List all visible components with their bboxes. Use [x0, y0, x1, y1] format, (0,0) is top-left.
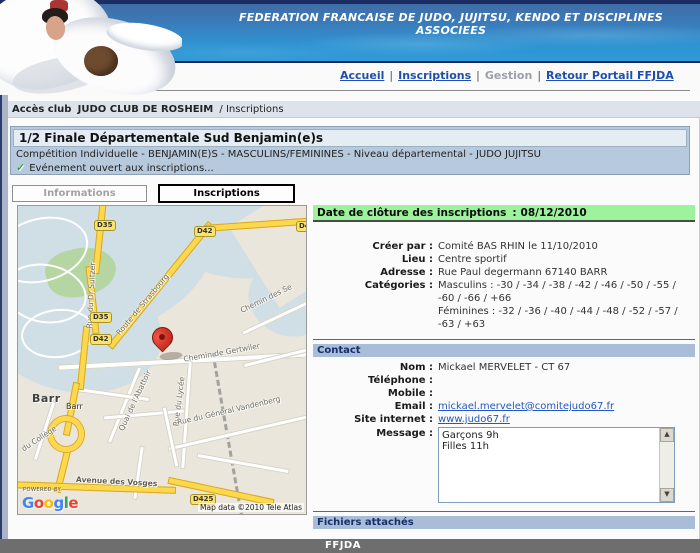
nav-links: Accueil | Inscriptions | Gestion | Retour Port… [340, 69, 674, 82]
scroll-up-icon[interactable]: ▲ [660, 428, 674, 442]
contact-row-site: Site internet : www.judo67.fr [313, 413, 695, 426]
contact-row-message: Message : Garçons 9h Filles 11h ▲ ▼ [313, 427, 695, 503]
road-badge-d35: D35 [94, 220, 116, 231]
breadcrumb-separator: / [219, 104, 223, 115]
divider [313, 511, 695, 512]
road-badge-d35: D35 [90, 312, 112, 323]
categories-feminines: Féminines : -32 / -36 / -40 / -44 / -48 … [438, 306, 678, 330]
map-marker-pin[interactable] [147, 322, 185, 363]
nav-divider [107, 90, 690, 91]
judo-photo [0, 0, 182, 100]
nav-separator: | [476, 69, 480, 82]
event-subtitle: Compétition Individuelle - BENJAMIN(E)S … [16, 149, 541, 160]
contact-row-mobile: Mobile : [313, 387, 695, 400]
town-label: Barr [32, 392, 61, 405]
message-textarea[interactable]: Garçons 9h Filles 11h [438, 427, 675, 503]
contact-label: Téléphone : [367, 375, 433, 386]
message-box: Garçons 9h Filles 11h ▲ ▼ [438, 427, 675, 503]
breadcrumb-club: JUDO CLUB DE ROSHEIM [77, 104, 214, 115]
nav-separator: | [389, 69, 394, 82]
page: FEDERATION FRANCAISE DE JUDO, JUJITSU, K… [0, 0, 700, 553]
detail-label: Créer par : [372, 241, 433, 252]
map-attribution: Map data ©2010 Tele Atlas [198, 503, 304, 512]
event-status: ✓ Evénement ouvert aux inscriptions... [16, 161, 689, 174]
road-badge-d42: D42 [194, 226, 216, 237]
divider [313, 339, 695, 340]
check-icon: ✓ [16, 161, 26, 174]
contact-label: Nom : [399, 362, 433, 373]
powered-by-label: POWERED BY [23, 487, 62, 493]
nav-link-retour-portail[interactable]: Retour Portail FFJDA [546, 69, 674, 82]
contact-value [438, 374, 695, 387]
breadcrumb-current: Inscriptions [225, 104, 284, 115]
event-status-text: Evénement ouvert aux inscriptions... [29, 163, 214, 174]
google-logo-letter: G [22, 494, 34, 512]
website-link[interactable]: www.judo67.fr [438, 414, 510, 425]
detail-row-lieu: Lieu : Centre sportif [313, 253, 695, 266]
nav-link-accueil[interactable]: Accueil [340, 69, 384, 82]
closing-date-value: 08/12/2010 [520, 207, 587, 219]
google-logo[interactable]: Google [22, 494, 79, 512]
athlete-head [84, 46, 118, 76]
federation-title: FEDERATION FRANCAISE DE JUDO, JUJITSU, K… [239, 11, 663, 37]
detail-row-categories: Catégories : Masculins : -30 / -34 / -38… [313, 279, 695, 331]
contact-row-nom: Nom : Mickael MERVELET - CT 67 [313, 361, 695, 374]
road-badge-d42: D42 [90, 334, 112, 345]
message-scrollbar[interactable]: ▲ ▼ [659, 428, 674, 502]
detail-label: Catégories : [364, 280, 433, 291]
nav-link-inscriptions[interactable]: Inscriptions [398, 69, 471, 82]
closing-date-label: Date de clôture des inscriptions [317, 207, 507, 219]
detail-value: Rue Paul degermann 67140 BARR [438, 267, 608, 278]
map-main-road [167, 476, 275, 507]
scroll-down-icon[interactable]: ▼ [660, 488, 674, 502]
event-title: 1/2 Finale Départementale Sud Benjamin(e… [13, 129, 687, 147]
email-link[interactable]: mickael.mervelet@comitejudo67.fr [438, 401, 614, 412]
detail-row-creer-par: Créer par : Comité BAS RHIN le 11/10/201… [313, 240, 695, 253]
tab-inscriptions[interactable]: Inscriptions [158, 184, 296, 203]
categories-masculins: Masculins : -30 / -34 / -38 / -42 / -46 … [438, 280, 676, 304]
detail-value: Centre sportif [438, 254, 507, 265]
detail-row-adresse: Adresse : Rue Paul degermann 67140 BARR [313, 266, 695, 279]
contact-label: Message : [376, 428, 433, 439]
contact-label: Mobile : [387, 388, 433, 399]
closing-date-bar: Date de clôture des inscriptions:08/12/2… [313, 205, 695, 222]
footer-bar: FFJDA [0, 539, 700, 553]
detail-label: Lieu : [401, 254, 433, 265]
road-badge-d42: D42 [296, 221, 306, 232]
detail-label: Adresse : [380, 267, 433, 278]
event-details-panel: Date de clôture des inscriptions:08/12/2… [313, 205, 695, 553]
breadcrumb: Accès club JUDO CLUB DE ROSHEIM / Inscri… [0, 100, 700, 118]
station-label: Barr [66, 402, 83, 411]
nav-separator: | [537, 69, 542, 82]
contact-row-email: Email : mickael.mervelet@comitejudo67.fr [313, 400, 695, 413]
contact-value: Mickael MERVELET - CT 67 [438, 362, 571, 373]
google-logo-letter: o [33, 494, 44, 512]
contact-label: Site internet : [354, 414, 433, 425]
nav-link-gestion-disabled: Gestion [484, 69, 533, 82]
road-label: Rue du Général Vandenberg [176, 394, 282, 427]
contact-section-header: Contact [313, 344, 695, 357]
contact-value [438, 387, 695, 400]
contact-row-telephone: Téléphone : [313, 374, 695, 387]
tabs-row: Informations Inscriptions [12, 181, 296, 203]
google-map[interactable]: Rue du Dr Sultzer Route de Strasbourg Ch… [17, 205, 307, 515]
files-section-header: Fichiers attachés [313, 516, 695, 529]
google-logo-letter: g [53, 494, 64, 512]
contact-label: Email : [394, 401, 433, 412]
pin-dot [159, 334, 165, 340]
detail-value: Masculins : -30 / -34 / -38 / -42 / -46 … [438, 279, 695, 331]
tab-informations[interactable]: Informations [12, 185, 147, 202]
details-section: Créer par : Comité BAS RHIN le 11/10/201… [313, 240, 695, 331]
event-header-block: 1/2 Finale Départementale Sud Benjamin(e… [10, 126, 690, 175]
google-logo-letter: e [68, 494, 79, 512]
closing-date-separator: : [512, 207, 517, 219]
detail-value: Comité BAS RHIN le 11/10/2010 [438, 241, 598, 252]
left-border-strip [0, 95, 8, 540]
breadcrumb-prefix: Accès club [12, 104, 72, 115]
google-logo-letter: o [43, 494, 54, 512]
map-road [196, 452, 290, 475]
